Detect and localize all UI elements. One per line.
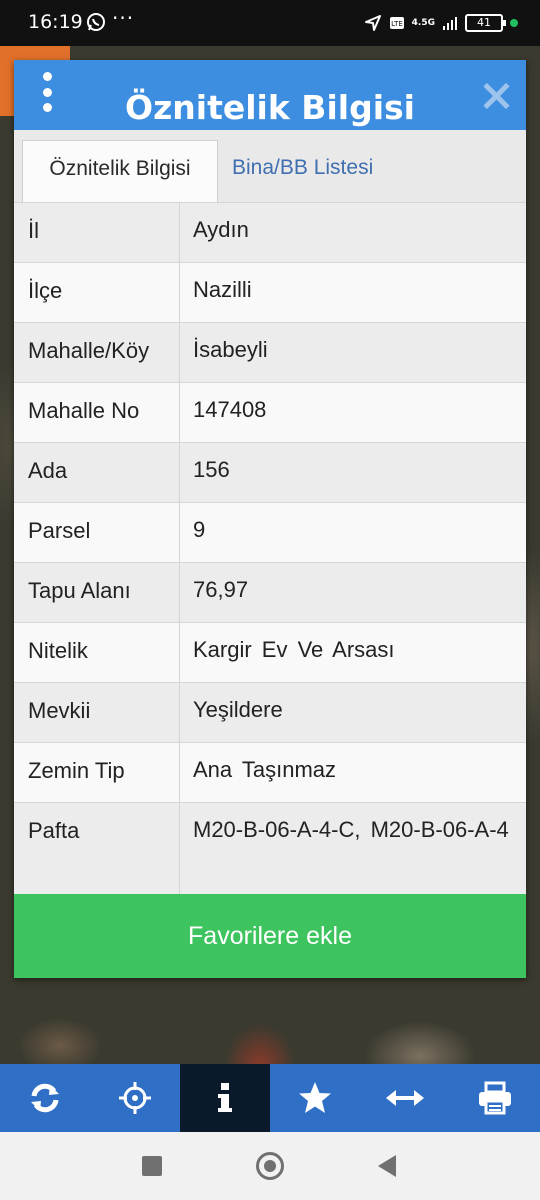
close-icon[interactable] <box>482 82 510 110</box>
bottom-toolbar <box>0 1064 540 1132</box>
status-time: 16:19 <box>28 11 83 33</box>
favorites-button[interactable] <box>270 1064 360 1132</box>
add-to-favorites-button[interactable]: Favorilere ekle <box>14 894 526 978</box>
row-key: Pafta <box>14 803 180 900</box>
row-value: Ana Taşınmaz <box>193 757 337 782</box>
tab-building-list[interactable]: Bina/BB Listesi <box>232 140 373 202</box>
location-arrow-icon <box>364 15 381 31</box>
table-row: Mahalle/Köy İsabeyli <box>14 322 526 382</box>
crosshair-icon <box>119 1082 151 1114</box>
row-value: 9 <box>193 517 206 542</box>
dialog-header: Öznitelik Bilgisi <box>14 60 526 130</box>
row-value: Aydın <box>193 217 249 242</box>
table-row: Zemin Tip Ana Taşınmaz <box>14 742 526 802</box>
dialog-title: Öznitelik Bilgisi <box>125 88 415 127</box>
row-key: Ada <box>14 443 180 502</box>
print-button[interactable] <box>450 1064 540 1132</box>
row-value: Yeşildere <box>193 697 283 722</box>
back-icon[interactable] <box>378 1155 396 1177</box>
row-key: Mahalle No <box>14 383 180 442</box>
refresh-icon <box>31 1083 59 1113</box>
more-notifications-icon: ··· <box>112 6 135 30</box>
battery-icon: 41 <box>465 14 506 32</box>
row-key: Mahalle/Köy <box>14 323 180 382</box>
print-icon <box>479 1081 511 1115</box>
row-value: Kargir Ev Ve Arsası <box>193 637 395 662</box>
whatsapp-icon <box>87 13 105 31</box>
info-icon <box>218 1083 232 1112</box>
row-key: Nitelik <box>14 623 180 682</box>
tab-attribute-info[interactable]: Öznitelik Bilgisi <box>22 140 218 202</box>
table-row: Mahalle No 147408 <box>14 382 526 442</box>
recents-icon[interactable] <box>142 1156 162 1176</box>
refresh-button[interactable] <box>0 1064 90 1132</box>
row-value: M20-B-06-A-4-C, M20-B-06-A-4 <box>193 817 509 842</box>
row-key: Mevkii <box>14 683 180 742</box>
table-row: Parsel 9 <box>14 502 526 562</box>
row-value: Nazilli <box>193 277 252 302</box>
tab-strip: Öznitelik Bilgisi Bina/BB Listesi <box>14 130 526 202</box>
row-value: 156 <box>193 457 230 482</box>
row-key: İl <box>14 203 180 262</box>
star-icon <box>299 1082 331 1113</box>
table-row: Mevkii Yeşildere <box>14 682 526 742</box>
info-button[interactable] <box>180 1064 270 1132</box>
row-key: İlçe <box>14 263 180 322</box>
table-row: İlçe Nazilli <box>14 262 526 322</box>
row-key: Parsel <box>14 503 180 562</box>
status-icons: LTE 4.5G 41 <box>364 12 518 34</box>
measure-arrows-icon <box>386 1090 424 1106</box>
table-row: Tapu Alanı 76,97 <box>14 562 526 622</box>
network-type: 4.5G <box>411 17 435 28</box>
row-key: Zemin Tip <box>14 743 180 802</box>
row-key: Tapu Alanı <box>14 563 180 622</box>
row-value: İsabeyli <box>193 337 268 362</box>
table-row: Pafta M20-B-06-A-4-C, M20-B-06-A-4 <box>14 802 526 900</box>
home-icon[interactable] <box>256 1152 284 1180</box>
row-value: 76,97 <box>193 577 249 602</box>
volte-icon: LTE <box>389 17 404 29</box>
signal-icon <box>443 17 457 30</box>
status-bar: 16:19 ··· LTE 4.5G 41 <box>0 0 540 46</box>
system-navigation-bar <box>0 1132 540 1200</box>
attribute-table: İl Aydın İlçe Nazilli Mahalle/Köy İsabey… <box>14 202 526 900</box>
privacy-indicator-icon <box>510 19 518 27</box>
table-row: İl Aydın <box>14 202 526 262</box>
attribute-dialog: Öznitelik Bilgisi Öznitelik Bilgisi Bina… <box>14 60 526 978</box>
measure-button[interactable] <box>360 1064 450 1132</box>
svg-text:LTE: LTE <box>391 20 403 28</box>
row-value: 147408 <box>193 397 267 422</box>
table-row: Ada 156 <box>14 442 526 502</box>
locate-button[interactable] <box>90 1064 180 1132</box>
table-row: Nitelik Kargir Ev Ve Arsası <box>14 622 526 682</box>
